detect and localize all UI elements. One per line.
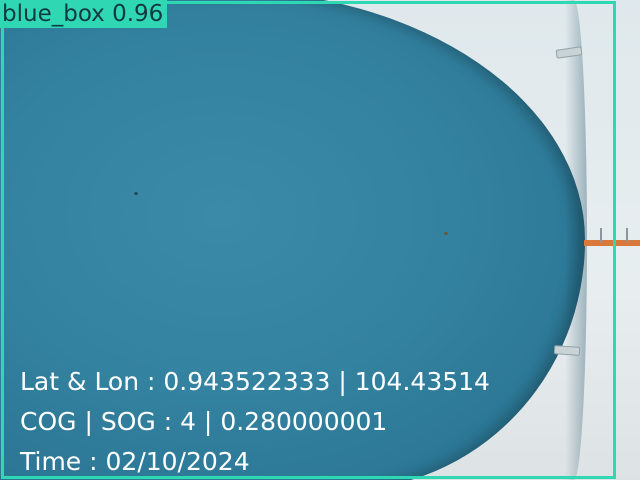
- time-label: Time: [20, 447, 82, 476]
- railing-post: [600, 228, 602, 242]
- detection-confidence: 0.96: [112, 1, 164, 27]
- cog-sog-line: COG | SOG : 4 | 0.280000001: [20, 407, 388, 436]
- time-value: 02/10/2024: [105, 447, 250, 476]
- mount-bracket-bottom: [553, 345, 581, 356]
- detection-class: blue_box: [2, 1, 105, 27]
- sog-value: 0.280000001: [220, 407, 388, 436]
- cog-sog-label: COG | SOG: [20, 407, 156, 436]
- lat-lon-line: Lat & Lon : 0.943522333 | 104.43514: [20, 367, 490, 396]
- latitude-value: 0.943522333: [163, 367, 331, 396]
- surface-mark: [134, 192, 138, 195]
- longitude-value: 104.43514: [354, 367, 490, 396]
- camera-frame: blue_box 0.96 Lat & Lon : 0.943522333 | …: [0, 0, 640, 480]
- cog-value: 4: [180, 407, 196, 436]
- detection-label: blue_box 0.96: [0, 0, 168, 28]
- railing-post: [626, 228, 628, 242]
- background-railing: [584, 240, 640, 246]
- surface-mark: [444, 232, 448, 235]
- time-line: Time : 02/10/2024: [20, 447, 250, 476]
- telemetry-overlay: Lat & Lon : 0.943522333 | 104.43514 COG …: [20, 362, 490, 480]
- lat-lon-label: Lat & Lon: [20, 367, 140, 396]
